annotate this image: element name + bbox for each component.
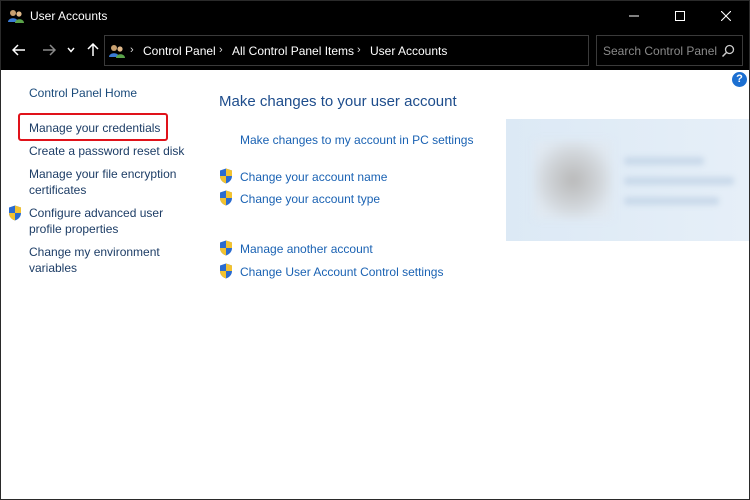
account-type-blurred bbox=[624, 177, 734, 185]
title-bar: User Accounts bbox=[1, 1, 749, 31]
close-button[interactable] bbox=[703, 1, 749, 31]
uac-shield-icon bbox=[9, 205, 21, 221]
navigation-bar: › Control Panel › All Control Panel Item… bbox=[1, 31, 749, 70]
arrow-right-icon bbox=[43, 44, 56, 56]
breadcrumb-separator[interactable]: › bbox=[357, 44, 361, 56]
search-box[interactable] bbox=[596, 35, 743, 66]
user-accounts-window: User Accounts › Control Panel › All Cont… bbox=[0, 0, 750, 500]
sidebar-item-line: variables bbox=[29, 261, 78, 275]
link-change-account-type[interactable]: Change your account type bbox=[240, 192, 380, 206]
link-change-account-name[interactable]: Change your account name bbox=[240, 170, 387, 184]
sidebar-item-advanced-profile[interactable]: Configure advanced user profile properti… bbox=[29, 205, 163, 237]
link-pc-settings[interactable]: Make changes to my account in PC setting… bbox=[240, 133, 473, 147]
sidebar-item-manage-credentials[interactable]: Manage your credentials bbox=[29, 120, 160, 136]
user-accounts-icon bbox=[109, 45, 125, 58]
sidebar-item-environment-variables[interactable]: Change my environment variables bbox=[29, 244, 160, 276]
back-button[interactable] bbox=[9, 39, 29, 61]
address-box[interactable]: › Control Panel › All Control Panel Item… bbox=[104, 35, 677, 66]
uac-shield-icon bbox=[220, 168, 232, 184]
breadcrumb-user-accounts[interactable]: User Accounts bbox=[370, 44, 447, 58]
link-manage-another-account[interactable]: Manage another account bbox=[240, 242, 373, 256]
uac-shield-icon bbox=[220, 190, 232, 206]
breadcrumb-control-panel[interactable]: Control Panel bbox=[143, 44, 216, 58]
minimize-button[interactable] bbox=[611, 1, 657, 31]
breadcrumb-separator: › bbox=[130, 44, 134, 56]
sidebar-item-line: Change my environment bbox=[29, 245, 160, 259]
sidebar-item-password-reset-disk[interactable]: Create a password reset disk bbox=[29, 143, 184, 159]
link-uac-settings[interactable]: Change User Account Control settings bbox=[240, 265, 443, 279]
breadcrumb-all-items[interactable]: All Control Panel Items bbox=[232, 44, 354, 58]
up-button[interactable] bbox=[83, 39, 103, 61]
recent-locations-button[interactable] bbox=[64, 39, 78, 61]
account-name-blurred bbox=[624, 157, 704, 165]
sidebar-item-line: certificates bbox=[29, 183, 87, 197]
user-accounts-icon bbox=[8, 10, 24, 23]
account-card bbox=[506, 119, 749, 241]
maximize-icon bbox=[675, 11, 685, 21]
sidebar-item-file-encryption[interactable]: Manage your file encryption certificates bbox=[29, 166, 176, 198]
minimize-icon bbox=[629, 15, 639, 17]
page-title: Make changes to your user account bbox=[219, 93, 457, 110]
forward-button[interactable] bbox=[39, 39, 59, 61]
maximize-button[interactable] bbox=[657, 1, 703, 31]
sidebar-item-line: Manage your file encryption bbox=[29, 167, 177, 181]
breadcrumb-separator[interactable]: › bbox=[219, 44, 223, 56]
help-icon[interactable]: ? bbox=[732, 72, 747, 87]
search-input[interactable] bbox=[603, 43, 718, 59]
sidebar-item-line: profile properties bbox=[29, 222, 119, 236]
uac-shield-icon bbox=[220, 240, 232, 256]
close-icon bbox=[721, 11, 731, 21]
arrow-left-icon bbox=[12, 44, 25, 56]
sidebar-item-control-panel-home[interactable]: Control Panel Home bbox=[29, 85, 137, 101]
arrow-up-icon bbox=[87, 43, 99, 56]
sidebar-item-line: Configure advanced user bbox=[29, 206, 164, 220]
chevron-down-icon bbox=[67, 47, 75, 53]
account-detail-blurred bbox=[624, 197, 719, 205]
uac-shield-icon bbox=[220, 263, 232, 279]
search-icon[interactable] bbox=[721, 44, 735, 58]
window-title: User Accounts bbox=[30, 9, 108, 23]
avatar bbox=[534, 141, 612, 219]
